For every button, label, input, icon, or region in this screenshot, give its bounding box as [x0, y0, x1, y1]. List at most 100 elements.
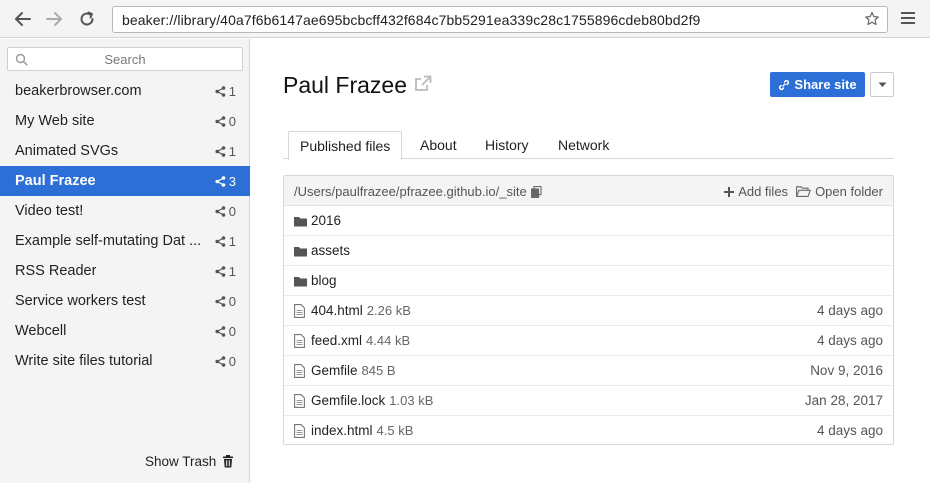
file-date: Jan 28, 2017: [804, 393, 883, 408]
share-options-dropdown[interactable]: [870, 72, 894, 97]
folder-icon: [294, 217, 307, 227]
file-name-text: blog: [311, 273, 337, 288]
forward-button[interactable]: [43, 8, 65, 30]
peer-count-value: 1: [228, 144, 236, 159]
sidebar-site-item[interactable]: RSS Reader 1: [0, 256, 250, 286]
site-name: Video test!: [15, 203, 84, 219]
file-size: 1.03 kB: [389, 393, 434, 408]
sidebar-site-item[interactable]: Animated SVGs 1: [0, 136, 250, 166]
add-files-button[interactable]: Add files: [724, 184, 788, 199]
file-row[interactable]: 404.html 2.26 kB 4 days ago: [284, 296, 893, 326]
file-row[interactable]: feed.xml 4.44 kB 4 days ago: [284, 326, 893, 356]
file-icon-wrap: [294, 364, 305, 381]
tab-bar: Published files About History Network: [283, 131, 894, 160]
bookmark-star-icon[interactable]: [864, 11, 880, 30]
sidebar-site-item[interactable]: Paul Frazee 3: [0, 166, 250, 196]
url-text: beaker://library/40a7f6b6147ae695bcbcff4…: [122, 12, 701, 28]
site-name: Write site files tutorial: [15, 353, 153, 369]
tab-history[interactable]: History: [485, 131, 529, 159]
show-trash-button[interactable]: Show Trash: [145, 454, 234, 469]
peer-count: 0: [215, 354, 236, 369]
search-input[interactable]: Search: [7, 47, 243, 71]
url-bar[interactable]: beaker://library/40a7f6b6147ae695bcbcff4…: [112, 6, 888, 33]
tab-published-files[interactable]: Published files: [288, 131, 403, 160]
share-icon: [215, 326, 226, 337]
share-icon: [215, 356, 226, 367]
site-name: Example self-mutating Dat ...: [15, 233, 202, 249]
tab-about[interactable]: About: [420, 131, 457, 159]
share-site-button[interactable]: Share site: [770, 72, 865, 97]
peer-count: 0: [215, 114, 236, 129]
peer-count: 0: [215, 294, 236, 309]
search-placeholder: Search: [104, 52, 146, 67]
file-row[interactable]: blog: [284, 266, 893, 296]
folder-icon: [294, 277, 307, 287]
file-row[interactable]: Gemfile 845 B Nov 9, 2016: [284, 356, 893, 386]
file-icon: [294, 424, 305, 438]
file-row[interactable]: Gemfile.lock 1.03 kB Jan 28, 2017: [284, 386, 893, 416]
file-row[interactable]: 2016: [284, 206, 893, 236]
file-name: 404.html 2.26 kB: [311, 303, 411, 318]
file-row[interactable]: assets: [284, 236, 893, 266]
open-folder-button[interactable]: Open folder: [796, 184, 883, 199]
peer-count-value: 3: [228, 174, 236, 189]
file-size: 845 B: [361, 363, 396, 378]
file-name: index.html 4.5 kB: [311, 423, 413, 438]
back-button[interactable]: [12, 8, 34, 30]
folder-path: /Users/paulfrazee/pfrazee.github.io/_sit…: [294, 184, 542, 199]
file-icon-wrap: [294, 394, 305, 411]
share-icon: [215, 206, 226, 217]
file-name: assets: [311, 243, 354, 258]
file-icon-wrap: [294, 304, 305, 321]
file-size: 4.5 kB: [376, 423, 414, 438]
site-name: RSS Reader: [15, 263, 97, 279]
add-files-label: Add files: [738, 184, 789, 199]
sidebar-site-item[interactable]: Example self-mutating Dat ... 1: [0, 226, 250, 256]
share-icon: [215, 296, 226, 307]
share-icon: [215, 116, 226, 127]
external-link-icon[interactable]: [413, 74, 433, 97]
folder-open-icon: [796, 186, 811, 197]
site-name: Paul Frazee: [15, 173, 96, 189]
site-name: Animated SVGs: [15, 143, 119, 159]
open-folder-label: Open folder: [815, 184, 883, 199]
peer-count-value: 0: [228, 204, 236, 219]
file-icon-wrap: [294, 424, 305, 441]
peer-count: 1: [215, 144, 236, 159]
file-name-text: Gemfile: [311, 363, 358, 378]
site-name: Webcell: [15, 323, 67, 339]
tab-network[interactable]: Network: [558, 131, 609, 159]
sidebar-site-item[interactable]: Write site files tutorial 0: [0, 346, 250, 376]
peer-count-value: 0: [228, 354, 236, 369]
sidebar-site-item[interactable]: My Web site 0: [0, 106, 250, 136]
menu-button[interactable]: [899, 9, 917, 27]
share-icon: [215, 176, 226, 187]
file-name-text: 2016: [311, 213, 342, 228]
peer-count: 1: [215, 234, 236, 249]
sidebar: Search beakerbrowser.com 1 My Web site 0 Ani…: [0, 39, 250, 483]
files-actions: Add files Open folder: [724, 184, 883, 199]
share-icon: [215, 266, 226, 277]
folder-icon-wrap: [294, 214, 307, 230]
sidebar-site-item[interactable]: Webcell 0: [0, 316, 250, 346]
arrow-right-icon: [46, 12, 62, 26]
peer-count: 1: [215, 264, 236, 279]
file-name: Gemfile 845 B: [311, 363, 396, 378]
title-row: Paul Frazee: [283, 72, 433, 99]
file-rows: 2016 assets blog 404.html 2.26 kB 4 days ago f…: [284, 206, 893, 446]
file-name-text: assets: [311, 243, 351, 258]
peer-count-value: 1: [228, 84, 236, 99]
sidebar-site-item[interactable]: Video test! 0: [0, 196, 250, 226]
sidebar-site-item[interactable]: Service workers test 0: [0, 286, 250, 316]
reload-button[interactable]: [76, 8, 98, 30]
sidebar-site-item[interactable]: beakerbrowser.com 1: [0, 76, 250, 106]
file-row[interactable]: index.html 4.5 kB 4 days ago: [284, 416, 893, 446]
copy-icon[interactable]: [530, 185, 542, 198]
peer-count: 0: [215, 324, 236, 339]
file-icon-wrap: [294, 334, 305, 351]
file-name: Gemfile.lock 1.03 kB: [311, 393, 433, 408]
folder-icon-wrap: [294, 274, 307, 290]
main-panel: Paul Frazee Share site Published files A…: [251, 39, 930, 483]
peer-count-value: 0: [228, 324, 236, 339]
plus-icon: [724, 186, 735, 197]
